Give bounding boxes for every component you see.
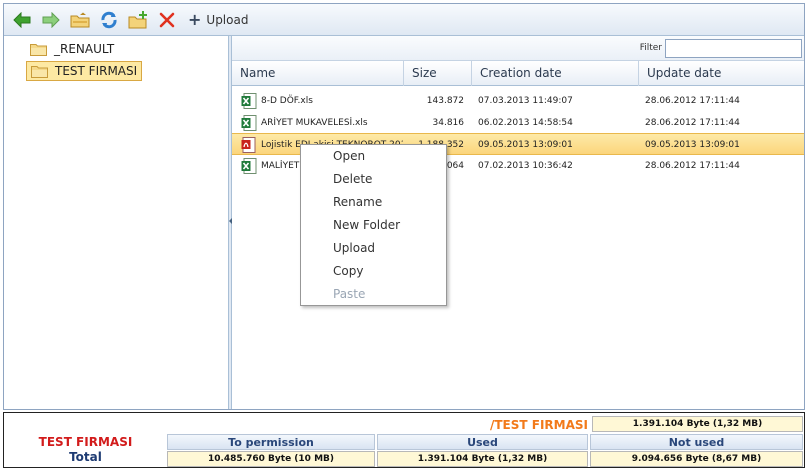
file-created: 06.02.2013 14:58:54 bbox=[478, 118, 573, 128]
delete-x-icon bbox=[159, 12, 175, 27]
column-header-updated[interactable]: Update date bbox=[639, 61, 804, 86]
file-name: 8-D DÖF.xls bbox=[261, 96, 313, 106]
refresh-icon bbox=[101, 11, 117, 28]
context-menu-paste: Paste bbox=[333, 287, 366, 301]
filter-bar: Filter bbox=[232, 36, 804, 61]
file-row[interactable]: 8-D DÖF.xls 143.872 07.03.2013 11:49:07 … bbox=[232, 90, 804, 112]
folder-up-icon bbox=[70, 12, 90, 27]
value-not-used: 9.094.656 Byte (8,67 MB) bbox=[590, 451, 803, 467]
tree-item-label: TEST FIRMASI bbox=[55, 64, 138, 78]
file-size: 143.872 bbox=[426, 96, 464, 106]
refresh-button[interactable] bbox=[97, 8, 121, 32]
file-updated: 09.05.2013 13:09:01 bbox=[645, 140, 740, 150]
filter-input[interactable] bbox=[665, 39, 802, 58]
file-updated: 28.06.2012 17:11:44 bbox=[645, 96, 740, 106]
filter-label: Filter bbox=[639, 43, 662, 53]
context-menu-copy[interactable]: Copy bbox=[302, 260, 445, 283]
context-menu: Open Delete Rename New Folder Upload Cop… bbox=[300, 144, 447, 306]
delete-button[interactable] bbox=[155, 8, 179, 32]
toolbar: + Upload bbox=[4, 4, 804, 36]
excel-file-icon bbox=[241, 158, 257, 174]
pdf-file-icon bbox=[241, 137, 256, 153]
excel-file-icon bbox=[241, 93, 257, 109]
folder-tree: _RENAULT TEST FIRMASI bbox=[4, 36, 228, 409]
context-menu-rename[interactable]: Rename bbox=[302, 191, 445, 214]
tree-item-renault[interactable]: _RENAULT bbox=[26, 39, 118, 59]
file-updated: 28.06.2012 17:11:44 bbox=[645, 118, 740, 128]
arrow-right-icon bbox=[42, 11, 60, 28]
excel-file-icon bbox=[241, 115, 257, 131]
folder-plus-icon bbox=[128, 10, 147, 28]
file-created: 09.05.2013 13:09:01 bbox=[478, 140, 573, 150]
upload-button[interactable]: + Upload bbox=[188, 9, 249, 29]
column-header-created[interactable]: Creation date bbox=[472, 61, 639, 86]
parent-folder-button[interactable] bbox=[68, 8, 92, 32]
file-created: 07.03.2013 11:49:07 bbox=[478, 96, 573, 106]
total-label: Total bbox=[69, 450, 102, 464]
column-header-size[interactable]: Size bbox=[404, 61, 472, 86]
value-to-permission: 10.485.760 Byte (10 MB) bbox=[167, 451, 375, 467]
folder-icon bbox=[31, 65, 48, 78]
quota-footer: /TEST FIRMASI 1.391.104 Byte (1,32 MB) T… bbox=[3, 412, 805, 468]
file-name: ARİYET MUKAVELESİ.xls bbox=[261, 118, 368, 128]
column-header-name[interactable]: Name bbox=[232, 61, 404, 86]
tree-item-test-firmasi[interactable]: TEST FIRMASI bbox=[26, 61, 143, 81]
forward-button[interactable] bbox=[39, 8, 63, 32]
file-row[interactable]: ARİYET MUKAVELESİ.xls 34.816 06.02.2013 … bbox=[232, 112, 804, 134]
header-to-permission: To permission bbox=[167, 434, 375, 450]
file-updated: 28.06.2012 17:11:44 bbox=[645, 161, 740, 171]
context-menu-delete[interactable]: Delete bbox=[302, 168, 445, 191]
grid-header: Name Size Creation date Update date bbox=[232, 61, 804, 86]
plus-icon: + bbox=[188, 9, 202, 29]
header-used: Used bbox=[377, 434, 588, 450]
new-folder-button[interactable] bbox=[126, 8, 150, 32]
file-size: 34.816 bbox=[432, 118, 465, 128]
current-folder-size: 1.391.104 Byte (1,32 MB) bbox=[592, 416, 803, 432]
tree-item-label: _RENAULT bbox=[54, 42, 115, 56]
current-path: /TEST FIRMASI bbox=[489, 418, 588, 432]
back-button[interactable] bbox=[10, 8, 34, 32]
arrow-left-icon bbox=[13, 11, 31, 28]
context-menu-upload[interactable]: Upload bbox=[302, 237, 445, 260]
company-name: TEST FIRMASI bbox=[38, 435, 133, 449]
folder-icon bbox=[30, 43, 47, 56]
upload-label: Upload bbox=[206, 12, 249, 27]
header-not-used: Not used bbox=[590, 434, 803, 450]
context-menu-open[interactable]: Open bbox=[302, 145, 445, 168]
value-used: 1.391.104 Byte (1,32 MB) bbox=[377, 451, 588, 467]
file-created: 07.02.2013 10:36:42 bbox=[478, 161, 573, 171]
context-menu-new-folder[interactable]: New Folder bbox=[302, 214, 445, 237]
